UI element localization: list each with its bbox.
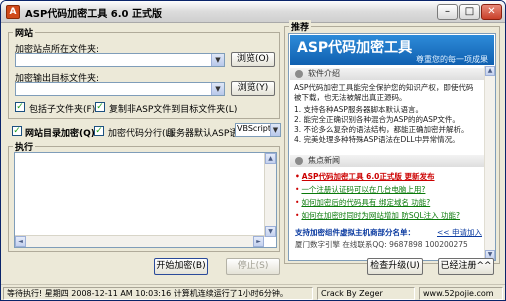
news-link-text: 一个注册认证码可以在几台电脑上用? xyxy=(301,185,426,194)
scroll-right-icon[interactable]: ► xyxy=(253,236,264,247)
intro-line: 4. 完美处理多种特殊ASP语法在DLL中异常情况。 xyxy=(294,135,460,144)
recommend-banner[interactable]: ASP代码加密工具 尊重您的每一项成果 xyxy=(290,35,494,65)
intro-section-title: 软件介绍 xyxy=(308,69,340,78)
bullet-icon: • xyxy=(295,172,300,181)
support-vendors-label: 支持加密组件虚拟主机商部分名单： xyxy=(295,228,415,237)
source-folder-combo[interactable]: ▼ xyxy=(15,53,225,67)
main-window: A ASP代码加密工具 6.0 正式版 – □ ✕ 网站 加密站点所在文件夹: … xyxy=(0,0,506,301)
intro-line: ASP代码加密工具能完全保护您的知识产权，即使代码 xyxy=(294,83,474,92)
bullet-icon: • xyxy=(295,198,300,207)
recommend-scrollbar[interactable]: ▲ ▼ xyxy=(484,66,495,260)
stop-button[interactable]: 停止(S) xyxy=(226,258,280,275)
code-split-label: 加密代码分行(L) xyxy=(108,129,175,139)
news-link-text: ASP代码加密工具 6.0正式版 更新发布 xyxy=(301,172,435,181)
apply-join-link[interactable]: << 申请加入 xyxy=(437,227,482,238)
server-lang-value: VBScript xyxy=(237,124,272,133)
intro-line: 3. 不论多么复杂的语法结构，都能正确加密并解析。 xyxy=(294,125,469,134)
window-title: ASP代码加密工具 6.0 正式版 xyxy=(25,9,162,20)
chevron-down-icon[interactable]: ▼ xyxy=(211,83,224,95)
close-button[interactable]: ✕ xyxy=(481,4,502,20)
minimize-icon: – xyxy=(445,6,450,17)
include-subfolders-checkbox[interactable]: ✓ xyxy=(15,102,25,112)
copy-non-asp-label: 复制非ASP文件到目标文件夹(L) xyxy=(109,105,238,115)
check-update-button[interactable]: 检查升级(U) xyxy=(367,258,423,275)
news-link[interactable]: • ASP代码加密工具 6.0正式版 更新发布 xyxy=(295,171,435,182)
bullet-icon xyxy=(295,157,303,165)
scroll-left-icon[interactable]: ◄ xyxy=(15,236,26,247)
intro-section-header: 软件介绍 xyxy=(290,68,484,80)
check-icon: ✓ xyxy=(13,126,21,136)
include-subfolders-label: 包括子文件夹(F) xyxy=(29,105,96,115)
intro-line: 2. 能完全正确识别各种混合为ASP的的ASP文件。 xyxy=(294,115,460,124)
news-link[interactable]: • 一个注册认证码可以在几台电脑上用? xyxy=(295,184,425,195)
registered-button[interactable]: 已经注册^^ xyxy=(438,258,494,275)
log-horizontal-scrollbar[interactable]: ◄ ► xyxy=(15,235,264,247)
banner-subtitle: 尊重您的每一项成果 xyxy=(416,55,488,64)
banner-title: ASP代码加密工具 xyxy=(297,40,413,56)
news-link-text: 如何加密后的代码具有 绑定域名 功能? xyxy=(301,198,431,207)
directory-encrypt-checkbox[interactable]: ✓ xyxy=(12,126,22,136)
bullet-icon: • xyxy=(295,185,300,194)
bullet-icon: • xyxy=(295,211,300,220)
check-icon: ✓ xyxy=(96,102,104,112)
news-section-title: 焦点新闻 xyxy=(308,156,340,165)
check-icon: ✓ xyxy=(95,126,103,136)
check-icon: ✓ xyxy=(16,102,24,112)
directory-encrypt-label: 网站目录加密(Q) xyxy=(25,129,95,139)
bullet-icon xyxy=(295,70,303,78)
scroll-up-icon[interactable]: ▲ xyxy=(485,66,495,76)
server-lang-select[interactable]: VBScript ▼ xyxy=(235,123,281,137)
site-group-title: 网站 xyxy=(13,26,36,39)
execute-log-area[interactable]: ▲ ▼ ◄ ► xyxy=(14,152,277,248)
intro-line: 1. 支持各种ASP服务器脚本默认语言。 xyxy=(294,105,423,114)
minimize-button[interactable]: – xyxy=(437,4,458,20)
news-link[interactable]: • 如何在加密时同时为网站增加 防SQL注入 功能? xyxy=(295,210,460,221)
chevron-down-icon[interactable]: ▼ xyxy=(270,124,280,136)
app-icon: A xyxy=(6,5,20,19)
maximize-button[interactable]: □ xyxy=(459,4,480,20)
maximize-icon: □ xyxy=(464,6,475,17)
target-browse-button[interactable]: 浏览(Y) xyxy=(231,81,275,96)
copy-non-asp-checkbox[interactable]: ✓ xyxy=(95,102,105,112)
status-bar: 等待执行! 星期四 2008-12-11 AM 10:03:16 计算机连续运行… xyxy=(1,284,505,300)
status-main: 等待执行! 星期四 2008-12-11 AM 10:03:16 计算机连续运行… xyxy=(3,287,313,300)
source-browse-button[interactable]: 浏览(O) xyxy=(231,52,275,67)
news-section-header: 焦点新闻 xyxy=(290,155,484,167)
status-crack: Crack By Zeger xyxy=(317,287,415,300)
code-split-checkbox[interactable]: ✓ xyxy=(94,126,104,136)
status-site: www.52pojie.com xyxy=(419,287,503,300)
log-vertical-scrollbar[interactable]: ▲ ▼ xyxy=(264,153,276,237)
target-folder-combo[interactable]: ▼ xyxy=(15,82,225,96)
intro-line: 被下载，也无法被解出真正源码。 xyxy=(294,93,407,102)
start-encrypt-button[interactable]: 开始加密(B) xyxy=(154,258,208,275)
scroll-up-icon[interactable]: ▲ xyxy=(265,153,276,164)
news-link[interactable]: • 如何加密后的代码具有 绑定域名 功能? xyxy=(295,197,430,208)
news-link-text: 如何在加密时同时为网站增加 防SQL注入 功能? xyxy=(301,211,461,220)
close-icon: ✕ xyxy=(487,6,496,17)
chevron-down-icon[interactable]: ▼ xyxy=(211,54,224,66)
scroll-down-icon[interactable]: ▼ xyxy=(265,226,276,237)
title-bar[interactable]: A ASP代码加密工具 6.0 正式版 – □ ✕ xyxy=(1,1,505,23)
recommend-panel: ASP代码加密工具 尊重您的每一项成果 软件介绍 ASP代码加密工具能完全保护您… xyxy=(288,33,496,261)
contact-info: 厦门数字引擎 在线联系QQ: 9687898 100200275 xyxy=(295,240,468,249)
recommend-group-title: 推荐 xyxy=(289,20,312,33)
